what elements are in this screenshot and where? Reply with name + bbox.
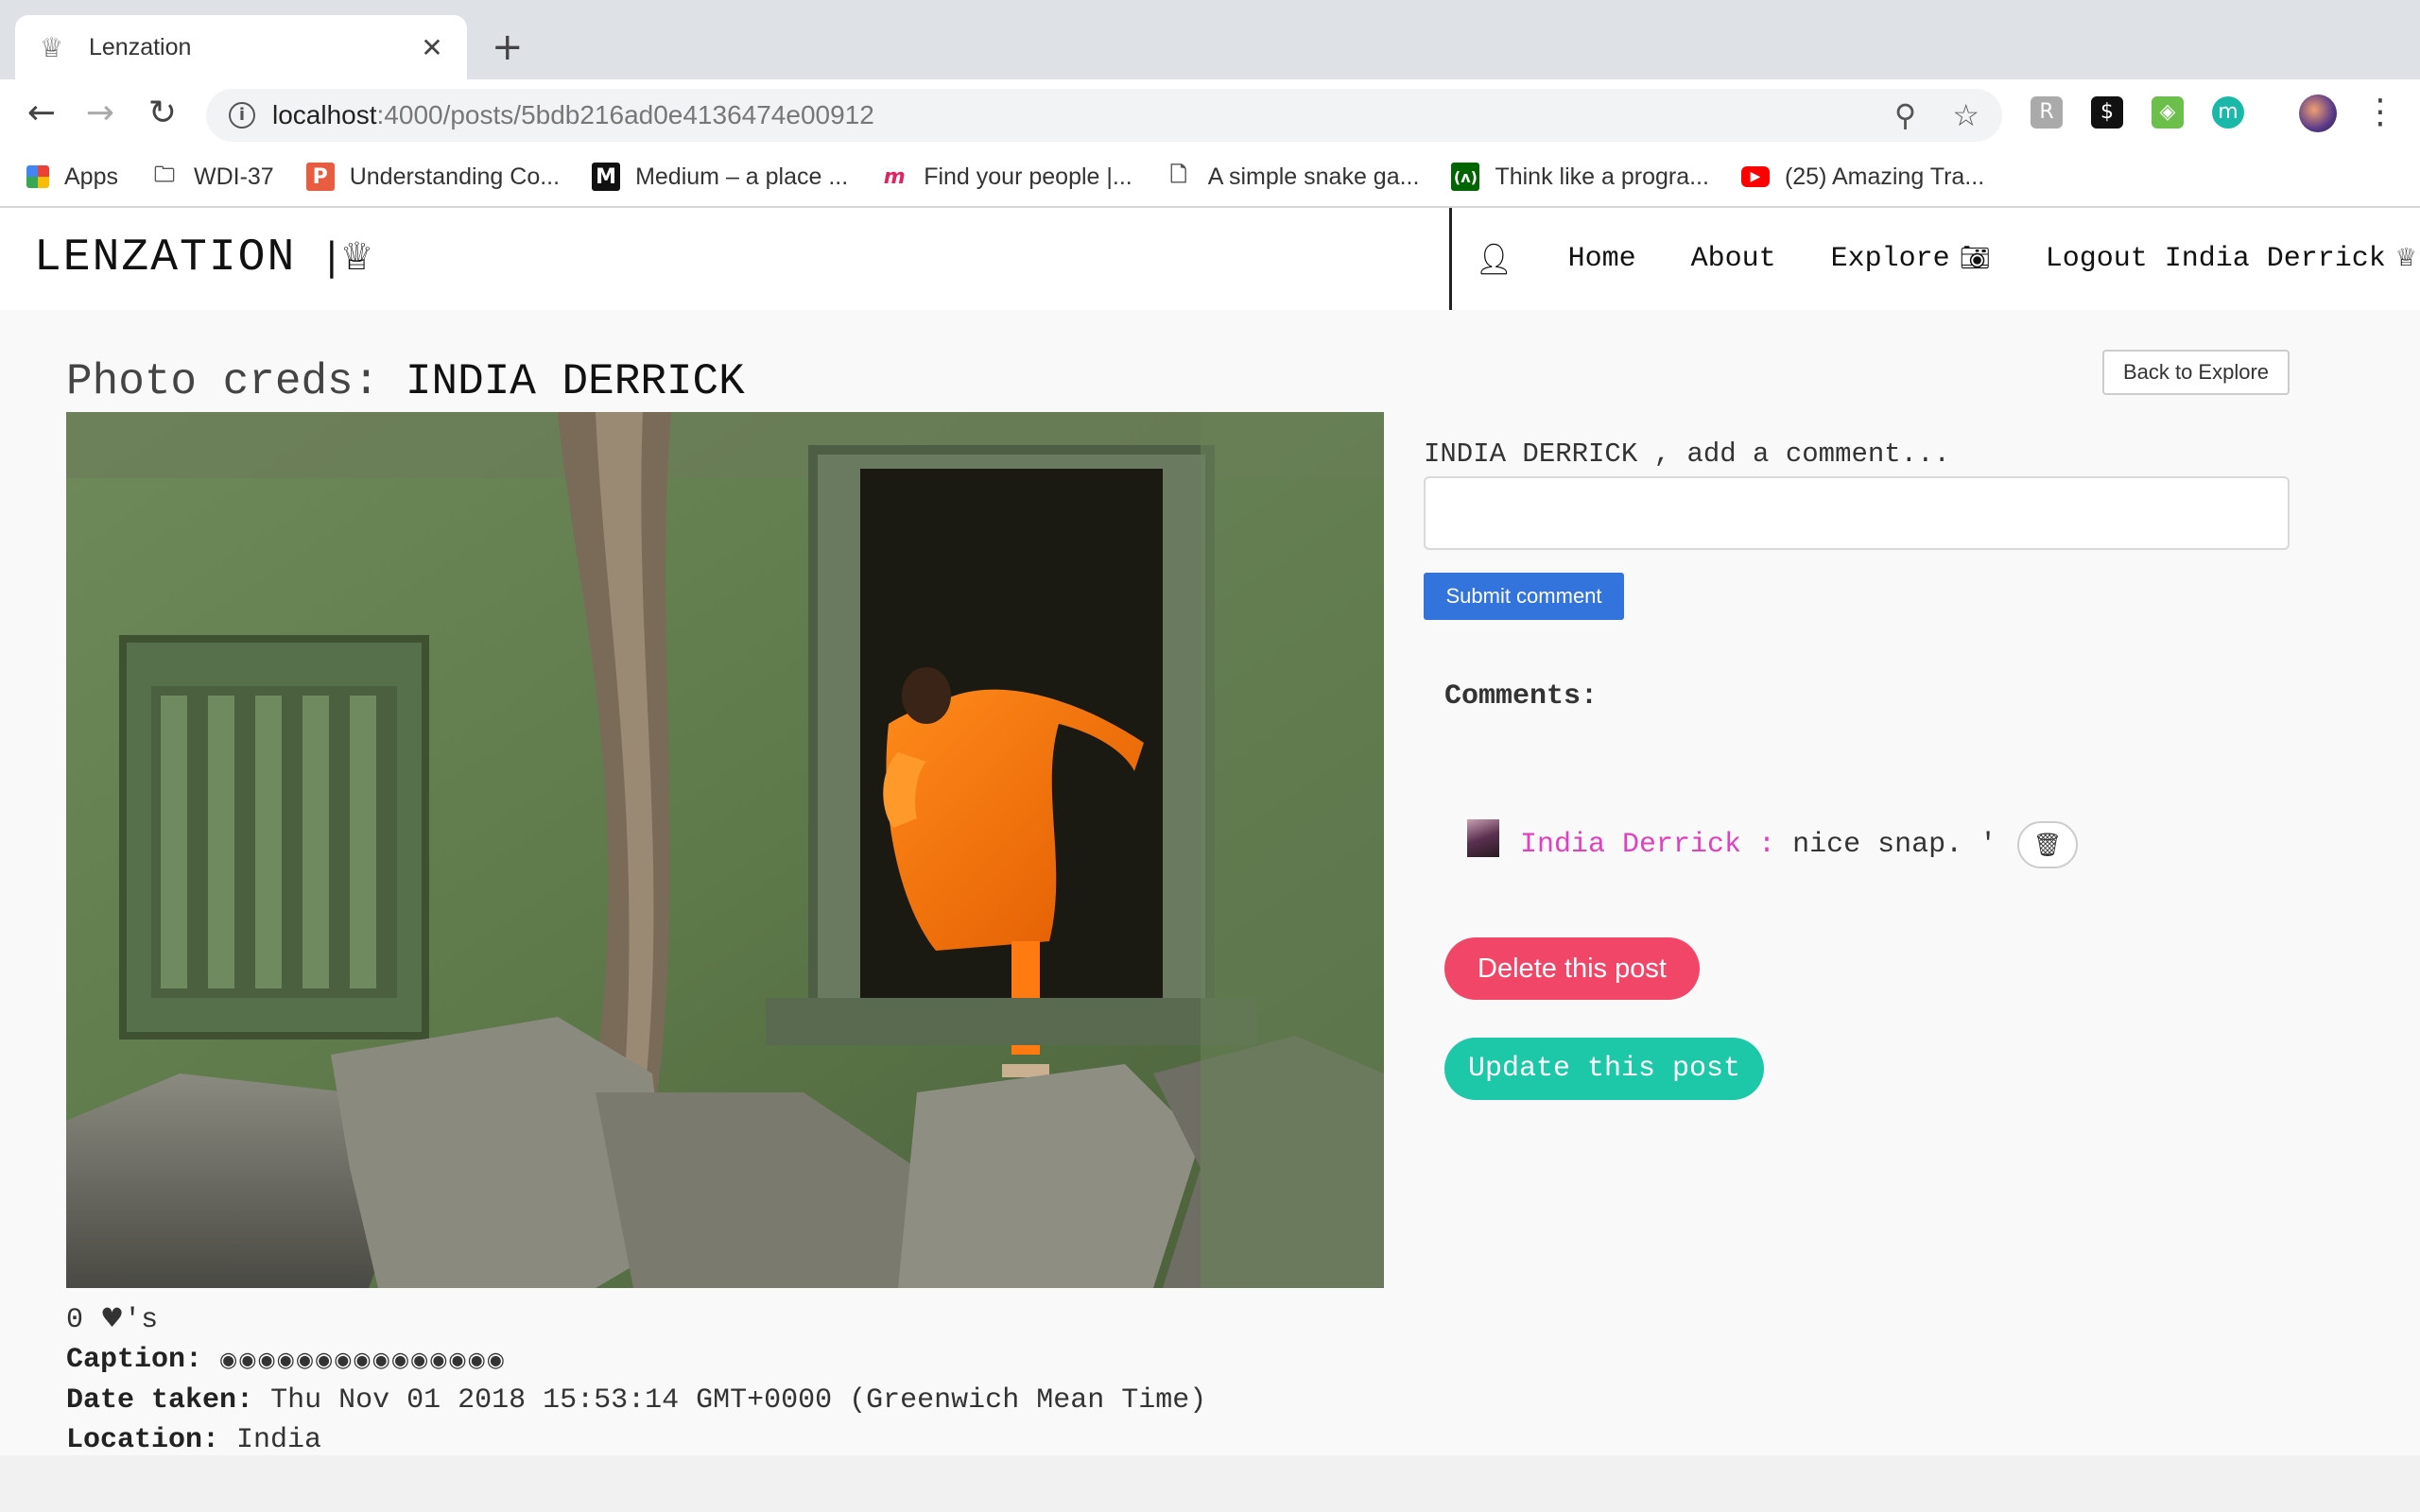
- likes-count: 0: [66, 1304, 84, 1336]
- delete-post-button[interactable]: Delete this post: [1444, 937, 1700, 1000]
- comment-item: India Derrick : nice snap. ' 🗑︎: [1467, 819, 2079, 869]
- bookmark-medium[interactable]: M Medium – a place ...: [592, 163, 848, 191]
- browser-tabstrip: ♕ Lenzation ✕ +: [0, 0, 2420, 79]
- bookmark-label: WDI-37: [193, 163, 274, 190]
- likes-line: 0 ♥'s: [66, 1298, 1206, 1340]
- nav-explore[interactable]: Explore 📷︎: [1831, 243, 1991, 275]
- tab-title: Lenzation: [89, 33, 192, 60]
- delete-comment-button[interactable]: 🗑︎: [2017, 821, 2079, 868]
- nav-logout[interactable]: Logout India Derrick ♕: [2046, 243, 2417, 275]
- medium-icon: M: [592, 163, 621, 191]
- bookmark-meetup[interactable]: m Find your people |...: [880, 163, 1132, 191]
- comment-separator: :: [1758, 829, 1776, 861]
- bookmark-star-icon[interactable]: ☆: [1952, 97, 1979, 133]
- submit-comment-button[interactable]: Submit comment: [1424, 573, 1624, 620]
- site-info-icon[interactable]: i: [229, 102, 255, 129]
- close-tab-icon[interactable]: ✕: [418, 32, 446, 63]
- reload-icon[interactable]: ↻: [142, 93, 183, 134]
- bookmark-youtube[interactable]: ▶ (25) Amazing Tra...: [1740, 163, 1985, 191]
- crown-favicon-icon: ♕: [40, 31, 64, 63]
- post-meta: 0 ♥'s Caption: ◉◉◉◉◉◉◉◉◉◉◉◉◉◉◉ Date take…: [66, 1298, 1206, 1460]
- comment-input[interactable]: [1424, 476, 2290, 550]
- date-label: Date taken:: [66, 1384, 254, 1417]
- photo-owner: INDIA DERRICK: [405, 357, 745, 406]
- bookmark-label: A simple snake ga...: [1207, 163, 1420, 190]
- nav-home[interactable]: Home: [1568, 243, 1636, 275]
- nav-logout-label: Logout India Derrick: [2045, 243, 2386, 275]
- site-header: LENZATION |♕ 👤︎ Home About Explore 📷︎ Log…: [0, 208, 2420, 310]
- extension-shield-icon[interactable]: ◈: [2152, 96, 2184, 129]
- page-title: Photo creds: INDIA DERRICK: [66, 357, 745, 406]
- zoom-icon[interactable]: ⚲: [1894, 97, 1916, 133]
- browser-toolbar: ← → ↻ i localhost:4000/posts/5bdb216ad0e…: [0, 79, 2420, 147]
- new-tab-button[interactable]: +: [492, 25, 524, 70]
- location-label: Location:: [66, 1424, 220, 1456]
- location-value: India: [236, 1424, 322, 1456]
- bookmark-label: Apps: [64, 163, 118, 190]
- bookmark-label: Understanding Co...: [349, 163, 561, 190]
- browser-tab[interactable]: ♕ Lenzation ✕: [15, 15, 467, 79]
- comment-avatar: [1467, 819, 1499, 857]
- bookmark-label: (25) Amazing Tra...: [1784, 163, 1985, 190]
- forward-arrow-icon[interactable]: →: [79, 93, 121, 134]
- brand-name: LENZATION: [34, 232, 297, 284]
- crown-icon: ♕: [2394, 244, 2418, 272]
- bookmark-think-like[interactable]: (ʌ) Think like a progra...: [1451, 163, 1709, 191]
- bookmark-snake-game[interactable]: 🗋 A simple snake ga...: [1165, 163, 1420, 191]
- bookmark-label: Think like a progra...: [1495, 163, 1709, 190]
- bookmark-apps[interactable]: Apps: [26, 163, 118, 191]
- nav-about[interactable]: About: [1691, 243, 1776, 275]
- profile-avatar[interactable]: [2299, 94, 2337, 132]
- bookmark-label: Medium – a place ...: [635, 163, 849, 190]
- comment-text: nice snap. ': [1792, 829, 1997, 861]
- meetup-icon: m: [883, 164, 906, 189]
- freecodecamp-icon: (ʌ): [1451, 163, 1480, 191]
- main-nav: 👤︎ Home About Explore 📷︎ Logout India Der…: [1475, 208, 2417, 310]
- trash-icon: 🗑︎: [2032, 832, 2063, 858]
- brand-crown: |♕: [325, 235, 376, 279]
- bookmark-wdi-37[interactable]: 🗀 WDI-37: [150, 163, 274, 191]
- update-post-button[interactable]: Update this post: [1444, 1038, 1764, 1100]
- url-host: localhost: [272, 100, 377, 129]
- temple-monk-image: [66, 412, 1384, 1288]
- p-icon: P: [305, 163, 335, 191]
- caption-line: Caption: ◉◉◉◉◉◉◉◉◉◉◉◉◉◉◉: [66, 1340, 1206, 1381]
- caption-value: ◉◉◉◉◉◉◉◉◉◉◉◉◉◉◉: [219, 1349, 506, 1372]
- folder-icon: 🗀: [153, 163, 175, 187]
- youtube-icon: ▶: [1740, 166, 1770, 187]
- page-icon: 🗋: [1169, 163, 1187, 187]
- title-prefix: Photo creds:: [66, 357, 380, 406]
- nav-explore-label: Explore: [1830, 243, 1950, 275]
- url-path: :4000/posts/5bdb216ad0e4136474e00912: [376, 100, 874, 129]
- extension-dollar-icon[interactable]: $: [2091, 96, 2123, 129]
- user-icon[interactable]: 👤︎: [1475, 241, 1513, 277]
- heart-icon[interactable]: ♥: [100, 1302, 124, 1333]
- browser-menu-icon[interactable]: ⋮: [2363, 93, 2397, 131]
- back-arrow-icon[interactable]: ←: [21, 93, 62, 134]
- post-page: Photo creds: INDIA DERRICK Back to Explo…: [0, 310, 2420, 1456]
- brand-logo[interactable]: LENZATION |♕: [34, 232, 375, 284]
- likes-suffix: 's: [124, 1304, 159, 1336]
- date-value: Thu Nov 01 2018 15:53:14 GMT+0000 (Green…: [270, 1384, 1207, 1417]
- camera-icon: 📷︎: [1959, 244, 1991, 272]
- bookmark-understanding[interactable]: P Understanding Co...: [305, 163, 561, 191]
- comments-heading: Comments:: [1444, 680, 1599, 713]
- location-line: Location: India: [66, 1420, 1206, 1460]
- comment-author[interactable]: India Derrick: [1520, 829, 1741, 861]
- caption-label: Caption:: [66, 1344, 203, 1376]
- bookmark-label: Find your people |...: [924, 163, 1132, 190]
- extension-m-icon[interactable]: m: [2212, 96, 2244, 129]
- address-bar[interactable]: i localhost:4000/posts/5bdb216ad0e413647…: [206, 89, 2002, 142]
- date-line: Date taken: Thu Nov 01 2018 15:53:14 GMT…: [66, 1381, 1206, 1420]
- back-to-explore-button[interactable]: Back to Explore: [2102, 350, 2290, 395]
- comment-prompt: INDIA DERRICK , add a comment...: [1424, 438, 1950, 470]
- post-photo: [66, 412, 1384, 1288]
- bookmarks-bar: Apps 🗀 WDI-37 P Understanding Co... M Me…: [0, 147, 2420, 208]
- extension-r-icon[interactable]: R: [2031, 96, 2063, 129]
- apps-grid-icon: [26, 165, 49, 188]
- nav-divider: [1449, 208, 1452, 310]
